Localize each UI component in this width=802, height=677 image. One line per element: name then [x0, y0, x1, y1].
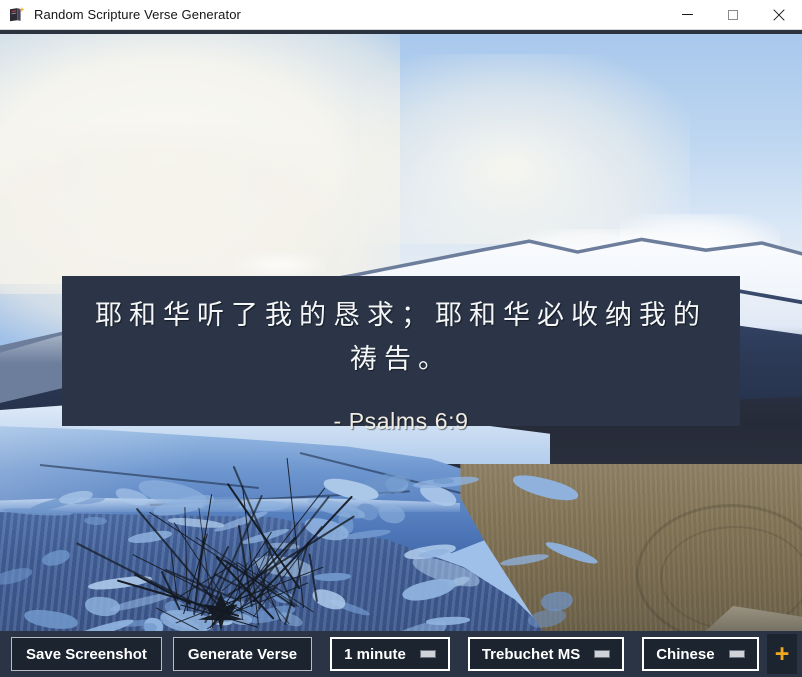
save-screenshot-button[interactable]: Save Screenshot	[11, 637, 162, 671]
verse-text: 耶和华听了我的恳求；耶和华必收纳我的祷告。	[95, 300, 707, 375]
interval-dropdown-value: 1 minute	[344, 645, 406, 663]
maximize-icon	[728, 9, 738, 20]
minimize-button[interactable]	[664, 0, 710, 30]
verse-panel: 耶和华听了我的恳求；耶和华必收纳我的祷告。 - Psalms 6:9	[62, 276, 740, 434]
dropdown-indicator-icon	[728, 650, 745, 658]
cloud-small	[236, 252, 326, 278]
tree-silhouette	[75, 458, 370, 631]
tree-branch	[308, 553, 318, 602]
close-button[interactable]	[756, 0, 802, 30]
window-title: Random Scripture Verse Generator	[34, 7, 241, 22]
add-button[interactable]: +	[767, 634, 797, 674]
title-bar: Random Scripture Verse Generator	[0, 0, 802, 30]
minimize-icon	[681, 14, 693, 15]
ice-floe	[83, 516, 108, 526]
font-dropdown-value: Trebuchet MS	[481, 645, 581, 663]
maximize-button[interactable]	[710, 0, 756, 30]
bottom-toolbar: Save Screenshot Generate Verse 1 minute …	[0, 631, 802, 677]
app-book-sparkle-icon	[8, 6, 26, 24]
dropdown-indicator-icon	[419, 650, 436, 658]
language-dropdown-value: Chinese	[656, 645, 715, 663]
generate-verse-button[interactable]: Generate Verse	[172, 637, 313, 671]
dropdown-indicator-icon	[594, 650, 611, 658]
verse-reference: - Psalms 6:9	[333, 408, 469, 434]
font-dropdown[interactable]: Trebuchet MS	[467, 637, 625, 671]
app-window: Random Scripture Verse Generator 耶和华听了我的…	[0, 0, 802, 677]
language-dropdown[interactable]: Chinese	[642, 637, 759, 671]
close-icon	[773, 9, 785, 21]
tree-branch	[155, 607, 199, 631]
interval-dropdown[interactable]: 1 minute	[330, 637, 450, 671]
verse-background-canvas: 耶和华听了我的恳求；耶和华必收纳我的祷告。 - Psalms 6:9	[0, 34, 802, 631]
